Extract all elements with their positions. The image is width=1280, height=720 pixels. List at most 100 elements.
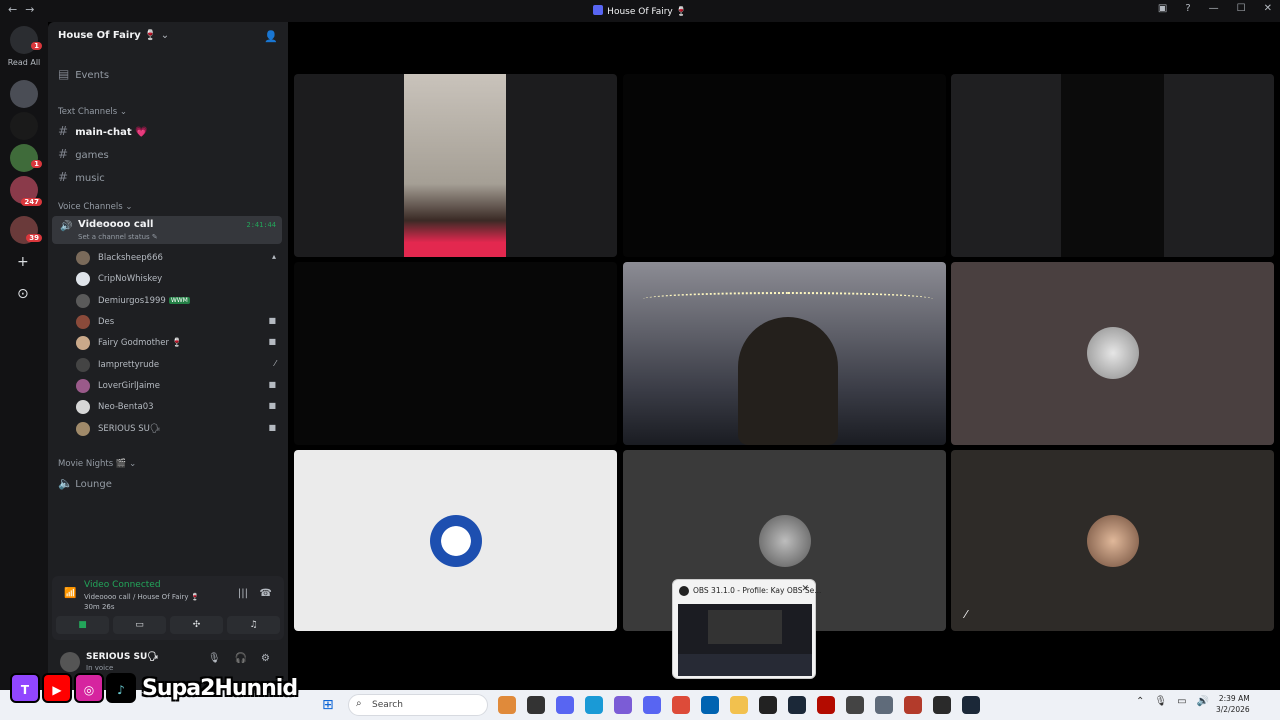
video-icon: ■	[268, 423, 276, 432]
avatar	[1087, 515, 1139, 567]
obs-thumbnail[interactable]	[678, 604, 812, 676]
voice-member[interactable]: Neo-Benta03 ■	[76, 399, 282, 415]
invite-icon[interactable]: 👤	[264, 30, 278, 43]
connection-status[interactable]: Video Connected	[84, 580, 161, 590]
video-tile-4[interactable]	[294, 262, 617, 445]
avatar	[430, 515, 482, 567]
category-text-channels[interactable]: Text Channels ⌄	[58, 107, 127, 117]
taskbar-clock[interactable]: 2:39 AM 3/2/2026	[1216, 693, 1250, 715]
discord-icon[interactable]	[643, 696, 661, 714]
copilot-icon[interactable]	[614, 696, 632, 714]
maximize-button[interactable]: ☐	[1237, 3, 1246, 14]
voice-channel-videoooo-call[interactable]: 🔊 Videoooo call Set a channel status ✎ 2…	[52, 216, 282, 244]
voice-member[interactable]: SERIOUS SU🗣 ■	[76, 421, 282, 437]
streamer-handle: Supa2Hunnid	[142, 675, 298, 701]
steam-icon[interactable]	[788, 696, 806, 714]
voice-member[interactable]: CripNoWhiskey	[76, 271, 282, 287]
connected-channel[interactable]: Videoooo call / House Of Fairy 🍷	[84, 593, 199, 601]
obs-icon[interactable]	[759, 696, 777, 714]
microphone-icon[interactable]: 🎙	[208, 653, 221, 664]
screen-share-button[interactable]: ▭	[113, 616, 166, 634]
read-all-label[interactable]: Read All	[0, 58, 48, 67]
edge-icon[interactable]	[585, 696, 603, 714]
obs-window-preview[interactable]: OBS 31.1.0 - Profile: Kay OBS Se... ✕	[672, 579, 821, 679]
category-voice-channels[interactable]: Voice Channels ⌄	[58, 202, 132, 212]
activities-button[interactable]: ✣	[170, 616, 223, 634]
voice-member[interactable]: LoverGirlJaime ■	[76, 378, 282, 394]
channel-games[interactable]: # games	[58, 147, 109, 161]
voice-member[interactable]: Blacksheep666 ▴	[76, 250, 282, 266]
category-label: Voice Channels	[58, 202, 123, 212]
events-item[interactable]: ▤ Events	[58, 67, 109, 81]
channel-label: games	[75, 150, 109, 161]
voice-member[interactable]: Demiurgos1999 WWM	[76, 293, 282, 309]
video-tile-5[interactable]	[623, 262, 946, 445]
acrobat-icon[interactable]	[817, 696, 835, 714]
server-icon-2[interactable]	[10, 112, 38, 140]
disconnect-icon[interactable]: ☎	[260, 588, 272, 599]
notion-icon[interactable]	[846, 696, 864, 714]
member-name: LoverGirlJaime	[98, 381, 160, 391]
hash-icon: #	[58, 147, 69, 161]
help-icon[interactable]: ?	[1185, 3, 1190, 14]
voice-member[interactable]: Fairy Godmother 🍷 ■	[76, 335, 282, 351]
camera-feed-left	[951, 74, 1061, 257]
noise-suppression-icon[interactable]: |||	[238, 588, 248, 599]
chrome-icon[interactable]	[672, 696, 690, 714]
user-name[interactable]: SERIOUS SU🗣	[86, 652, 159, 662]
settings-gear-icon[interactable]: ⚙	[261, 653, 270, 664]
voice-member[interactable]: Des ■	[76, 314, 282, 330]
avatar[interactable]	[60, 652, 80, 672]
video-tile-3[interactable]	[951, 74, 1274, 257]
camera-feed-right	[1164, 74, 1274, 257]
category-label: Movie Nights 🎬	[58, 459, 127, 469]
network-icon[interactable]: ▭	[1177, 696, 1186, 707]
capcut-icon[interactable]	[933, 696, 951, 714]
category-movie-nights[interactable]: Movie Nights 🎬 ⌄	[58, 459, 136, 469]
task-view-icon[interactable]	[527, 696, 545, 714]
volume-icon[interactable]: 🔊	[1197, 696, 1209, 707]
camera-feed	[404, 74, 506, 257]
soundboard-button[interactable]: ♫	[227, 616, 280, 634]
channel-status[interactable]: Set a channel status ✎	[78, 233, 158, 241]
preview-mixer	[678, 654, 812, 676]
winrar-icon[interactable]	[904, 696, 922, 714]
file-explorer-icon[interactable]	[730, 696, 748, 714]
signal-icon[interactable]: 📶	[64, 588, 76, 599]
video-tile-7[interactable]	[294, 450, 617, 631]
events-label: Events	[75, 70, 110, 81]
widgets-icon[interactable]	[498, 696, 516, 714]
microphone-icon[interactable]: 🎙	[1154, 696, 1167, 707]
server-header[interactable]: House Of Fairy 🍷 ⌄	[58, 30, 169, 41]
settings-icon[interactable]	[875, 696, 893, 714]
minimize-button[interactable]: —	[1209, 3, 1219, 14]
camera-button[interactable]: ■	[56, 616, 109, 634]
video-tile-2[interactable]	[623, 74, 946, 257]
video-tile-6[interactable]	[951, 262, 1274, 445]
chevron-up-icon[interactable]: ⌃	[1136, 696, 1144, 707]
voice-member[interactable]: Iamprettyrude ⁄	[76, 357, 282, 373]
video-tile-1[interactable]	[294, 74, 617, 257]
steam-client-icon[interactable]	[962, 696, 980, 714]
camera-feed	[738, 317, 838, 445]
server-tag: WWM	[168, 297, 190, 304]
headphones-icon[interactable]: 🎧	[235, 653, 247, 664]
close-icon[interactable]: ✕	[801, 584, 809, 594]
channel-sidebar: House Of Fairy 🍷 ⌄ 👤 ▤ Events Text Channe…	[48, 22, 288, 690]
inbox-icon[interactable]: ▣	[1158, 3, 1167, 14]
video-icon: ■	[268, 401, 276, 410]
taskbar-search[interactable]: ⌕ Search	[348, 694, 488, 716]
add-server-icon[interactable]: +	[17, 254, 29, 270]
video-tile-9[interactable]: ⁄	[951, 450, 1274, 631]
windows-start-icon[interactable]: ⊞	[322, 697, 334, 713]
store-icon[interactable]	[701, 696, 719, 714]
voice-channel-lounge[interactable]: 🔈 Lounge	[58, 476, 112, 490]
teams-icon[interactable]	[556, 696, 574, 714]
system-tray: ⌃ 🎙 ▭ 🔊	[1136, 696, 1209, 707]
close-button[interactable]: ✕	[1264, 3, 1272, 14]
channel-music[interactable]: # music	[58, 170, 105, 184]
discover-icon[interactable]: ⊙	[17, 286, 29, 302]
server-icon-house-of-fairy[interactable]	[10, 80, 38, 108]
channel-main-chat[interactable]: # main-chat 💗	[58, 124, 148, 138]
avatar	[1087, 327, 1139, 379]
